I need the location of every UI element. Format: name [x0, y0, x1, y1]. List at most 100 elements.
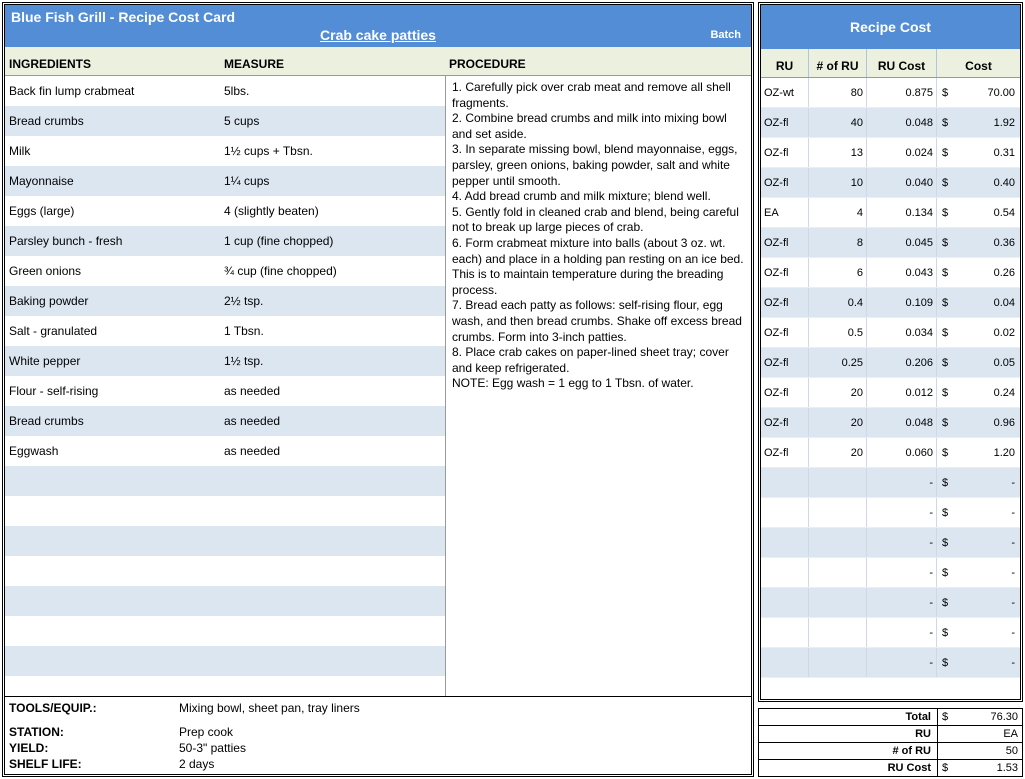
ingredient-row — [5, 496, 445, 526]
body-area: Back fin lump crabmeat5lbs.Bread crumbs5… — [5, 76, 751, 696]
ingredient-name: Back fin lump crabmeat — [5, 84, 220, 98]
cost-cell: $0.05 — [937, 348, 1020, 377]
ingredient-row — [5, 586, 445, 616]
ingredient-row: Back fin lump crabmeat5lbs. — [5, 76, 445, 106]
procedure-step: 7. Bread each patty as follows: self-ris… — [452, 298, 745, 345]
procedure-step: 4. Add bread crumb and milk mixture; ble… — [452, 189, 745, 205]
ru-cost-cell: 0.875 — [867, 78, 937, 107]
ru-cell: OZ-fl — [761, 288, 809, 317]
cost-row: OZ-fl130.024$0.31 — [761, 138, 1020, 168]
ru-cost-cell: 0.024 — [867, 138, 937, 167]
ru-cost-cell: - — [867, 498, 937, 527]
num-ru-cell: 20 — [809, 408, 867, 437]
procedure-step: 2. Combine bread crumbs and milk into mi… — [452, 111, 745, 142]
procedure-step: 5. Gently fold in cleaned crab and blend… — [452, 205, 745, 236]
cost-cell: $- — [937, 618, 1020, 647]
ru-cell: OZ-fl — [761, 108, 809, 137]
col-ru: RU — [761, 49, 809, 77]
ingredient-measure: 1½ tsp. — [220, 354, 445, 368]
cost-row: OZ-fl80.045$0.36 — [761, 228, 1020, 258]
ru-cost-cell: 0.206 — [867, 348, 937, 377]
num-ru-cell: 40 — [809, 108, 867, 137]
ingredient-row — [5, 616, 445, 646]
ru-cell: OZ-fl — [761, 378, 809, 407]
ru-cell: OZ-fl — [761, 138, 809, 167]
ingredient-row: Eggwashas needed — [5, 436, 445, 466]
cost-header: Recipe Cost — [761, 5, 1020, 49]
cost-cell: $- — [937, 588, 1020, 617]
procedure-text: 1. Carefully pick over crab meat and rem… — [445, 76, 751, 696]
cost-row: OZ-fl200.012$0.24 — [761, 378, 1020, 408]
cost-cell: $- — [937, 648, 1020, 677]
ingredient-row — [5, 646, 445, 676]
cost-row: OZ-fl200.048$0.96 — [761, 408, 1020, 438]
num-ru-cell: 6 — [809, 258, 867, 287]
col-cost: Cost — [937, 49, 1020, 77]
cost-cell: $0.26 — [937, 258, 1020, 287]
num-ru-cell: 80 — [809, 78, 867, 107]
cost-row: -$- — [761, 618, 1020, 648]
yield-value: 50-3" patties — [179, 741, 246, 755]
right-panel: Recipe Cost RU # of RU RU Cost Cost OZ-w… — [758, 2, 1023, 777]
cost-cell: $0.54 — [937, 198, 1020, 227]
ingredient-measure: 5 cups — [220, 114, 445, 128]
num-ru-cell: 4 — [809, 198, 867, 227]
col-num-ru: # of RU — [809, 49, 867, 77]
col-ingredients: INGREDIENTS — [9, 57, 224, 71]
ru-cost-cell: 0.109 — [867, 288, 937, 317]
cost-row: EA40.134$0.54 — [761, 198, 1020, 228]
cost-row: OZ-fl100.040$0.40 — [761, 168, 1020, 198]
tools-value: Mixing bowl, sheet pan, tray liners — [179, 701, 360, 715]
num-ru-cell: 0.4 — [809, 288, 867, 317]
total-value: 76.30 — [990, 711, 1018, 723]
cost-rows: OZ-wt800.875$70.00OZ-fl400.048$1.92OZ-fl… — [761, 78, 1020, 699]
ingredient-row — [5, 556, 445, 586]
shelf-value: 2 days — [179, 757, 214, 771]
ingredient-measure: 5lbs. — [220, 84, 445, 98]
cost-cell: $- — [937, 528, 1020, 557]
totals-box: Total$76.30 RUEA # of RU50 RU Cost$1.53 — [758, 708, 1023, 777]
recipe-cost-card: Blue Fish Grill - Recipe Cost Card Crab … — [0, 0, 1025, 779]
ingredient-measure: 1¼ cups — [220, 174, 445, 188]
cost-cell: $- — [937, 558, 1020, 587]
ingredient-row: Milk1½ cups + Tbsn. — [5, 136, 445, 166]
ingredient-measure: 4 (slightly beaten) — [220, 204, 445, 218]
num-ru-cell — [809, 498, 867, 527]
ingredient-row: Bread crumbsas needed — [5, 406, 445, 436]
ingredient-name: White pepper — [5, 354, 220, 368]
ru-value: EA — [1003, 728, 1018, 740]
left-column-headers: INGREDIENTS MEASURE PROCEDURE — [5, 47, 751, 76]
cost-cell: $0.36 — [937, 228, 1020, 257]
cost-cell: $70.00 — [937, 78, 1020, 107]
ru-cell — [761, 528, 809, 557]
cost-row: OZ-fl400.048$1.92 — [761, 108, 1020, 138]
col-ru-cost: RU Cost — [867, 49, 937, 77]
cost-row: -$- — [761, 648, 1020, 678]
footer: TOOLS/EQUIP.:Mixing bowl, sheet pan, tra… — [5, 696, 751, 774]
ingredient-row: Bread crumbs5 cups — [5, 106, 445, 136]
ingredient-measure: as needed — [220, 384, 445, 398]
ru-cell — [761, 468, 809, 497]
ru-cell: OZ-fl — [761, 228, 809, 257]
ru-cost-cell: 0.045 — [867, 228, 937, 257]
cost-cell: $0.02 — [937, 318, 1020, 347]
ru-cost-cell: 0.034 — [867, 318, 937, 347]
ingredient-name: Green onions — [5, 264, 220, 278]
cost-cell: $- — [937, 498, 1020, 527]
ingredient-name: Baking powder — [5, 294, 220, 308]
ru-cell — [761, 558, 809, 587]
ru-cost-cell: - — [867, 528, 937, 557]
ru-cell: OZ-fl — [761, 408, 809, 437]
ru-cell: OZ-fl — [761, 258, 809, 287]
cost-cell: $0.24 — [937, 378, 1020, 407]
ru-cost-cell: 0.043 — [867, 258, 937, 287]
cost-row: OZ-fl0.250.206$0.05 — [761, 348, 1020, 378]
ingredient-measure: 2½ tsp. — [220, 294, 445, 308]
ru-cell: OZ-fl — [761, 438, 809, 467]
ingredient-name: Mayonnaise — [5, 174, 220, 188]
ingredient-measure: as needed — [220, 444, 445, 458]
rucost-label: RU Cost — [759, 760, 937, 776]
left-panel: Blue Fish Grill - Recipe Cost Card Crab … — [2, 2, 754, 777]
total-label: Total — [759, 709, 937, 725]
card-title: Blue Fish Grill - Recipe Cost Card — [11, 9, 745, 25]
